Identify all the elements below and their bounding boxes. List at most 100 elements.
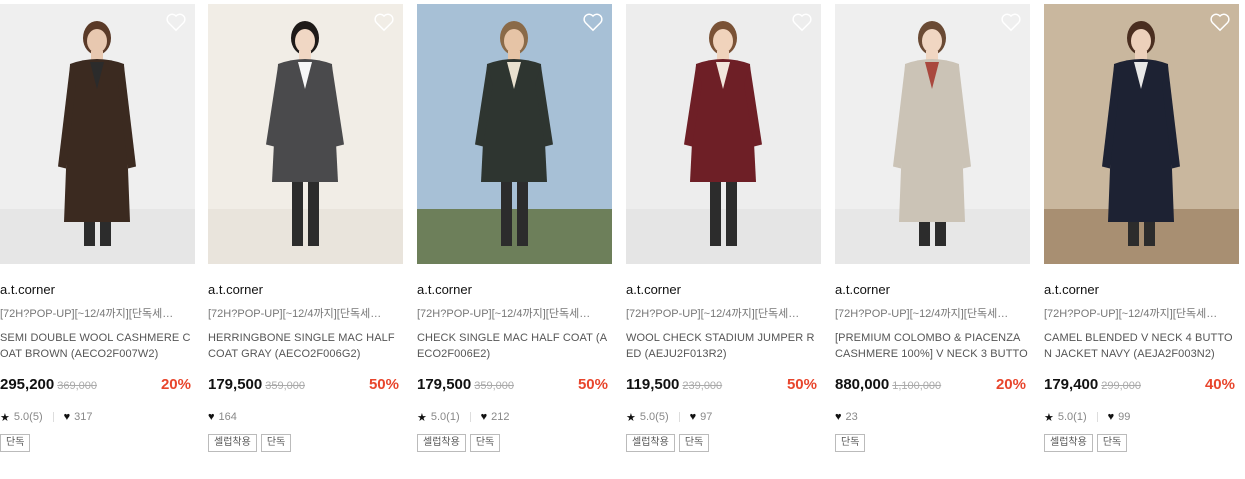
discount-rate: 40% [1204,376,1235,393]
heart-icon: ♥ [835,411,842,423]
heart-icon: ♥ [208,411,215,423]
product-card[interactable]: a.t.corner [72H?POP-UP][~12/4까지][단독세일] 체… [417,4,612,452]
heart-icon: ♥ [1107,411,1115,423]
product-tag: 단독 [469,434,501,452]
wishlist-heart-icon[interactable] [165,12,187,32]
product-photo [1044,4,1239,264]
sale-price: 295,200 [0,376,55,393]
promo-text[interactable]: [72H?POP-UP][~12/4까지][단독세일] 세미 더블 울 캐시미어… [0,307,195,321]
product-meta: ★ 5.0(1) ♥ 99 [1044,410,1239,424]
sale-price: 179,400 [1044,376,1099,393]
product-card[interactable]: a.t.corner [72H?POP-UP][~12/4까지][단독세일] 프… [835,4,1030,452]
product-meta: ♥ 164 [208,410,403,424]
original-price: 359,000 [265,380,305,392]
product-tag: 단독 [1096,434,1128,452]
like-count: 164 [218,411,237,423]
brand-name[interactable]: a.t.corner [0,282,195,298]
tag-list: 셀럽착용 단독 [1044,434,1239,452]
product-tag: 셀럽착용 [208,434,257,452]
product-image[interactable] [1044,4,1239,264]
meta-divider [469,412,471,422]
rating-value: 5.0(1) [430,411,460,423]
heart-icon: ♥ [63,411,71,423]
product-meta: ♥ 23 [835,410,1030,424]
sale-price: 179,500 [208,376,263,393]
meta-divider [52,412,54,422]
product-photo [626,4,821,264]
meta-divider [1096,412,1098,422]
product-image[interactable] [626,4,821,264]
like-count: 317 [74,411,93,423]
product-tag: 단독 [0,434,31,452]
star-icon: ★ [417,411,427,424]
star-icon: ★ [0,411,10,424]
product-card[interactable]: a.t.corner [72H?POP-UP][~12/4까지][단독세일] 세… [0,4,195,452]
promo-text[interactable]: [72H?POP-UP][~12/4까지][단독세일] 캐멀 블렌디드 브이넥 … [1044,307,1239,321]
promo-text[interactable]: [72H?POP-UP][~12/4까지][단독세일] 프리미엄 콜롬보 캐시미… [835,307,1030,321]
product-tag: 셀럽착용 [417,434,466,452]
meta-divider [678,412,680,422]
product-photo [0,4,195,264]
original-price: 239,000 [682,380,723,392]
product-meta: ★ 5.0(5) ♥ 317 [0,410,195,424]
product-grid: a.t.corner [72H?POP-UP][~12/4까지][단독세일] 세… [0,0,1245,479]
product-name[interactable]: WOOL CHECK STADIUM JUMPER RED (AEJU2F013… [626,330,821,362]
tag-list: 단독 [0,434,195,452]
discount-rate: 20% [995,376,1026,393]
rating-value: 5.0(1) [1057,411,1087,423]
like-count: 97 [700,411,713,423]
product-tag: 셀럽착용 [1044,434,1093,452]
product-image[interactable] [835,4,1030,264]
wishlist-heart-icon[interactable] [582,12,604,32]
product-tag: 단독 [835,434,866,452]
tag-list: 셀럽착용 단독 [626,434,821,452]
product-card[interactable]: a.t.corner [72H?POP-UP][~12/4까지][단독세일] 캐… [1044,4,1239,452]
product-meta: ★ 5.0(5) ♥ 97 [626,410,821,424]
promo-text[interactable]: [72H?POP-UP][~12/4까지][단독세일] 울 체크 스타디움 점퍼 [626,307,821,321]
brand-name[interactable]: a.t.corner [1044,282,1239,298]
product-image[interactable] [417,4,612,264]
like-count: 23 [845,411,858,423]
discount-rate: 50% [786,376,817,393]
product-name[interactable]: [PREMIUM COLOMBO & PIACENZA CASHMERE 100… [835,330,1030,362]
discount-rate: 50% [577,376,608,393]
price-row: 880,000 1,100,000 20% [835,376,1030,396]
brand-name[interactable]: a.t.corner [835,282,1030,298]
promo-text[interactable]: [72H?POP-UP][~12/4까지][단독세일] 체크 싱글 맥 하프 코… [417,307,612,321]
brand-name[interactable]: a.t.corner [208,282,403,298]
sale-price: 179,500 [417,376,472,393]
product-card[interactable]: a.t.corner [72H?POP-UP][~12/4까지][단독세일] 헤… [208,4,403,452]
price-row: 179,500 359,000 50% [208,376,403,396]
product-name[interactable]: SEMI DOUBLE WOOL CASHMERE COAT BROWN (AE… [0,330,195,362]
product-name[interactable]: CHECK SINGLE MAC HALF COAT (AECO2F006E2) [417,330,612,362]
like-count: 99 [1118,411,1131,423]
tag-list: 셀럽착용 단독 [208,434,403,452]
brand-name[interactable]: a.t.corner [417,282,612,298]
product-name[interactable]: CAMEL BLENDED V NECK 4 BUTTON JACKET NAV… [1044,330,1239,362]
tag-list: 셀럽착용 단독 [417,434,612,452]
promo-text[interactable]: [72H?POP-UP][~12/4까지][단독세일] 헤링본 싱글 맥 하프 … [208,307,403,321]
price-row: 179,400 299,000 40% [1044,376,1239,396]
wishlist-heart-icon[interactable] [791,12,813,32]
product-photo [208,4,403,264]
original-price: 1,100,000 [892,380,942,392]
discount-rate: 50% [368,376,399,393]
discount-rate: 20% [160,376,191,393]
product-name[interactable]: HERRINGBONE SINGLE MAC HALF COAT GRAY (A… [208,330,403,362]
like-count: 212 [491,411,510,423]
product-card[interactable]: a.t.corner [72H?POP-UP][~12/4까지][단독세일] 울… [626,4,821,452]
wishlist-heart-icon[interactable] [1209,12,1231,32]
product-tag: 셀럽착용 [626,434,675,452]
wishlist-heart-icon[interactable] [1000,12,1022,32]
price-row: 295,200 369,000 20% [0,376,195,396]
sale-price: 880,000 [835,376,890,393]
product-image[interactable] [0,4,195,264]
brand-name[interactable]: a.t.corner [626,282,821,298]
sale-price: 119,500 [626,376,680,393]
wishlist-heart-icon[interactable] [373,12,395,32]
rating-value: 5.0(5) [639,411,669,423]
product-image[interactable] [208,4,403,264]
product-tag: 단독 [260,434,292,452]
product-meta: ★ 5.0(1) ♥ 212 [417,410,612,424]
tag-list: 단독 [835,434,1030,452]
